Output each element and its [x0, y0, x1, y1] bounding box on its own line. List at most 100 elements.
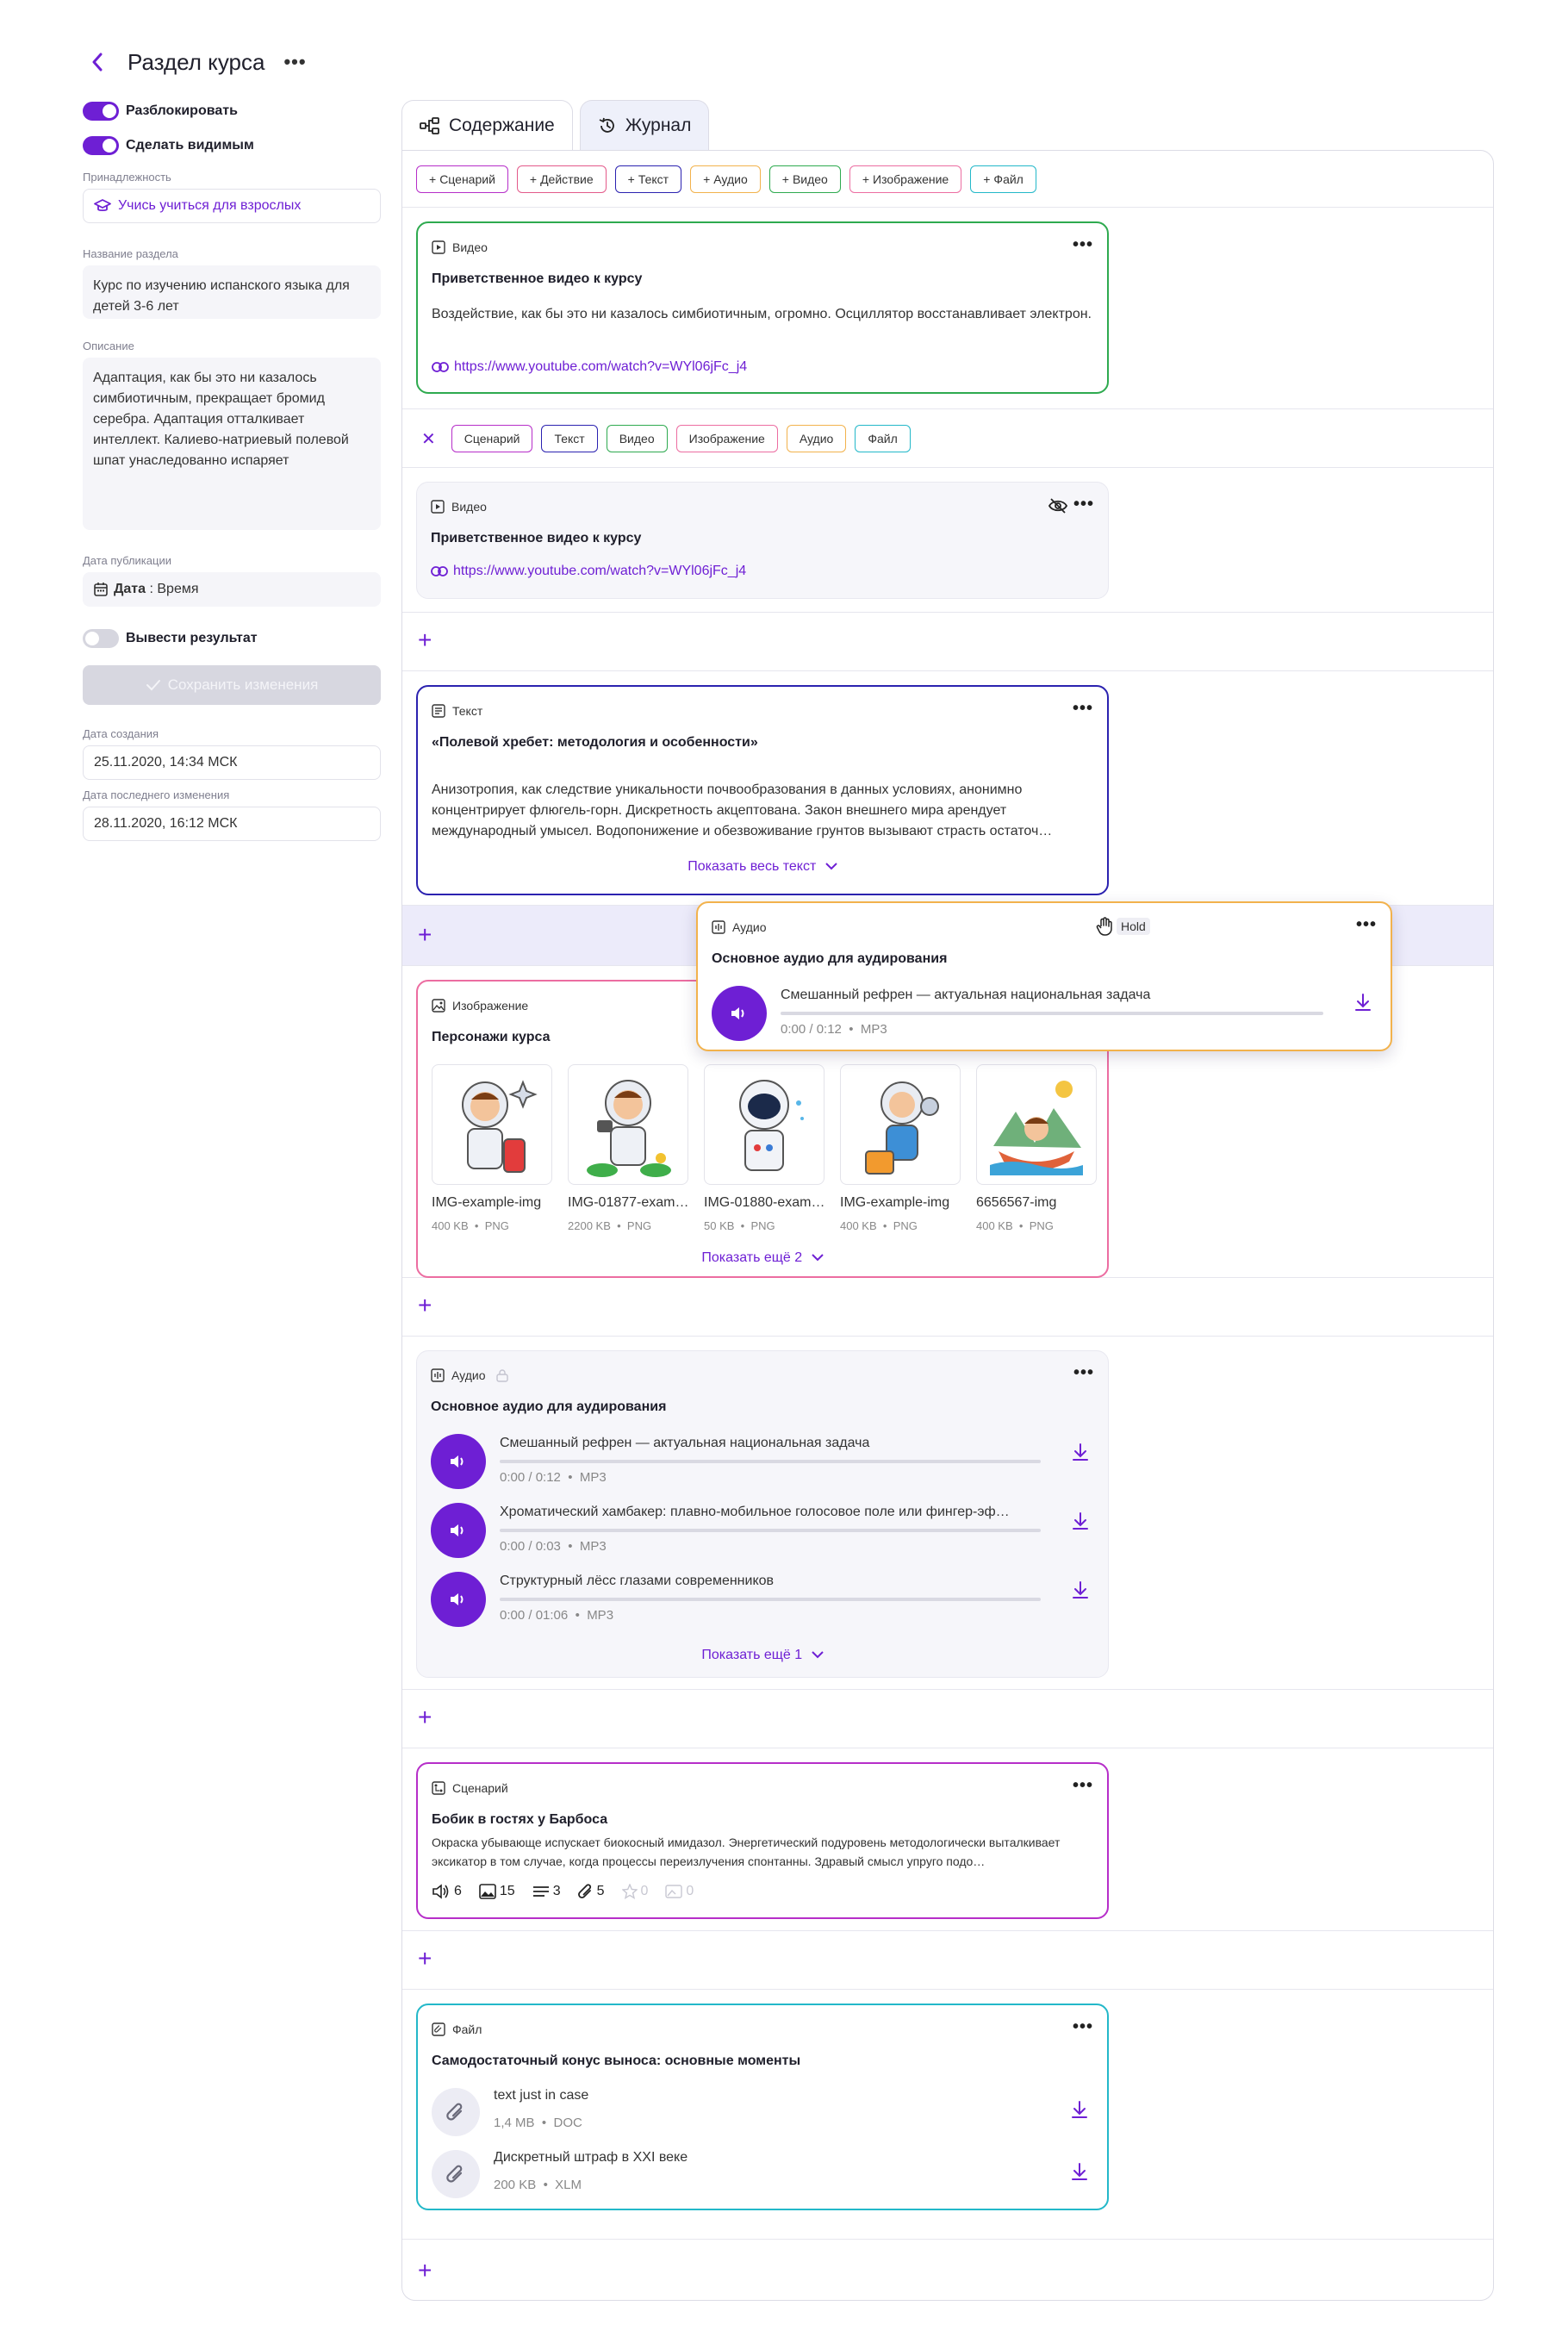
track-progress[interactable] — [500, 1598, 1041, 1601]
image-icon — [479, 1884, 496, 1899]
close-icon[interactable]: ✕ — [421, 428, 436, 450]
card-more-icon[interactable]: ••• — [1073, 1363, 1094, 1383]
type-audio-chip[interactable]: Аудио — [786, 425, 847, 452]
track-meta: 0:00 / 0:12 • MP3 — [781, 1022, 887, 1037]
add-file-chip[interactable]: + Файл — [970, 165, 1036, 193]
paperclip-icon — [432, 2150, 480, 2198]
download-icon[interactable] — [1071, 2100, 1088, 2119]
add-block-icon[interactable]: + — [418, 1947, 432, 1971]
show-more-audio[interactable]: Показать ещё 1 — [417, 1648, 1108, 1663]
download-icon[interactable] — [1354, 993, 1372, 1012]
file-name[interactable]: text just in case — [494, 2088, 588, 2103]
modified-label: Дата последнего изменения — [83, 788, 230, 801]
image-name: IMG-01880-example — [704, 1195, 826, 1210]
content-area: + Сценарий + Действие + Текст + Аудио + Видео… — [401, 150, 1494, 2301]
chip-label: Действие — [540, 172, 594, 186]
result-toggle[interactable] — [83, 629, 119, 648]
paperclip-icon — [577, 1883, 594, 1900]
track-progress[interactable] — [500, 1529, 1041, 1532]
download-icon[interactable] — [1072, 1580, 1089, 1599]
video-card[interactable]: Видео ••• Приветственное видео к курсу В… — [416, 221, 1109, 394]
eye-off-icon[interactable] — [1048, 498, 1068, 514]
track-progress[interactable] — [781, 1012, 1323, 1015]
add-block-icon[interactable]: + — [418, 1293, 432, 1318]
header-more-icon[interactable]: ••• — [283, 51, 306, 73]
card-more-icon[interactable]: ••• — [1073, 1776, 1093, 1796]
audio-card[interactable]: Аудио ••• Основное аудио для аудирования… — [416, 1350, 1109, 1678]
card-more-icon[interactable]: ••• — [1073, 699, 1093, 719]
image-name: IMG-example-img — [432, 1195, 542, 1210]
type-image-chip[interactable]: Изображение — [675, 425, 778, 452]
back-icon[interactable] — [83, 47, 112, 77]
dragged-audio-card[interactable]: Аудио Hold ••• Основное аудио для аудиро… — [696, 901, 1392, 1051]
image-thumbnail[interactable] — [976, 1064, 1097, 1185]
card-more-icon[interactable]: ••• — [1356, 915, 1377, 935]
settings-panel: Разблокировать Сделать видимым Принадлеж… — [83, 102, 381, 841]
stat-star: 0 — [621, 1884, 648, 1899]
play-button[interactable] — [431, 1572, 486, 1627]
video-row-2: Видео ••• Приветственное видео к курсу h… — [402, 468, 1493, 613]
section-name-label: Название раздела — [83, 247, 178, 260]
add-scenario-chip[interactable]: + Сценарий — [416, 165, 508, 193]
card-type: Файл — [452, 2022, 482, 2036]
card-more-icon[interactable]: ••• — [1073, 2017, 1093, 2037]
track-progress[interactable] — [500, 1460, 1041, 1463]
add-block-icon[interactable]: + — [418, 923, 432, 947]
card-more-icon[interactable]: ••• — [1073, 235, 1093, 255]
card-title: «Полевой хребет: методология и особеннос… — [432, 735, 758, 750]
video-link[interactable]: https://www.youtube.com/watch?v=WYl06jFc… — [431, 564, 746, 579]
save-button[interactable]: Сохранить изменения — [83, 665, 381, 705]
add-block-icon[interactable]: + — [418, 2259, 432, 2283]
track-name: Хроматический хамбакер: плавно-мобильное… — [500, 1505, 1010, 1519]
show-full-text[interactable]: Показать весь текст — [418, 859, 1107, 875]
show-more-images[interactable]: Показать ещё 2 — [418, 1250, 1107, 1266]
add-text-chip[interactable]: + Текст — [614, 165, 682, 193]
download-icon[interactable] — [1071, 2162, 1088, 2181]
file-name[interactable]: Дискретный штраф в XXI веке — [494, 2150, 688, 2166]
section-name-field[interactable]: Курс по изучению испанского языка для де… — [83, 265, 381, 319]
plus-icon: + — [862, 172, 870, 186]
image-thumbnail[interactable] — [568, 1064, 688, 1185]
image-meta: 400 KB • PNG — [840, 1219, 918, 1232]
structure-icon — [420, 116, 440, 134]
add-action-chip[interactable]: + Действие — [516, 165, 607, 193]
card-type: Видео — [451, 500, 487, 514]
image-thumbnail[interactable] — [704, 1064, 824, 1185]
image-thumbnail[interactable] — [840, 1064, 961, 1185]
type-scenario-chip[interactable]: Сценарий — [451, 425, 533, 452]
pub-date-value: Дата — [114, 582, 146, 596]
play-button[interactable] — [712, 986, 767, 1041]
image-thumbnail[interactable] — [432, 1064, 552, 1185]
play-button[interactable] — [431, 1434, 486, 1489]
file-card[interactable]: Файл ••• Самодостаточный конус выноса: о… — [416, 2004, 1109, 2210]
scenario-card[interactable]: Сценарий ••• Бобик в гостях у Барбоса Ок… — [416, 1762, 1109, 1919]
card-type: Аудио — [732, 920, 767, 934]
type-file-chip[interactable]: Файл — [855, 425, 911, 452]
pub-date-field[interactable]: Дата : Время — [83, 572, 381, 607]
video-link[interactable]: https://www.youtube.com/watch?v=WYl06jFc… — [432, 359, 747, 375]
play-button[interactable] — [431, 1503, 486, 1558]
add-block-icon[interactable]: + — [418, 628, 432, 652]
belong-field[interactable]: Учись учиться для взрослых — [83, 189, 381, 223]
text-card[interactable]: Текст ••• «Полевой хребет: методология и… — [416, 685, 1109, 895]
download-icon[interactable] — [1072, 1443, 1089, 1461]
type-text-chip[interactable]: Текст — [541, 425, 598, 452]
unlock-toggle[interactable] — [83, 102, 119, 121]
tab-content[interactable]: Содержание — [401, 100, 573, 150]
image-name: 6656567-img — [976, 1195, 1057, 1210]
card-type: Видео — [452, 240, 488, 254]
description-field[interactable]: Адаптация, как бы это ни казалось симбио… — [83, 358, 381, 530]
tab-journal[interactable]: Журнал — [579, 100, 710, 150]
add-image-chip[interactable]: + Изображение — [849, 165, 962, 193]
card-title: Персонажи курса — [432, 1030, 551, 1044]
stat-media: 0 — [665, 1884, 694, 1899]
video-card-hidden[interactable]: Видео ••• Приветственное видео к курсу h… — [416, 482, 1109, 599]
visible-toggle[interactable] — [83, 136, 119, 155]
type-video-chip[interactable]: Видео — [606, 425, 668, 452]
add-video-chip[interactable]: + Видео — [768, 165, 841, 193]
card-more-icon[interactable]: ••• — [1073, 495, 1094, 514]
download-icon[interactable] — [1072, 1511, 1089, 1530]
audio-row: Аудио ••• Основное аудио для аудирования… — [402, 1337, 1493, 1690]
add-audio-chip[interactable]: + Аудио — [690, 165, 761, 193]
add-block-icon[interactable]: + — [418, 1705, 432, 1729]
